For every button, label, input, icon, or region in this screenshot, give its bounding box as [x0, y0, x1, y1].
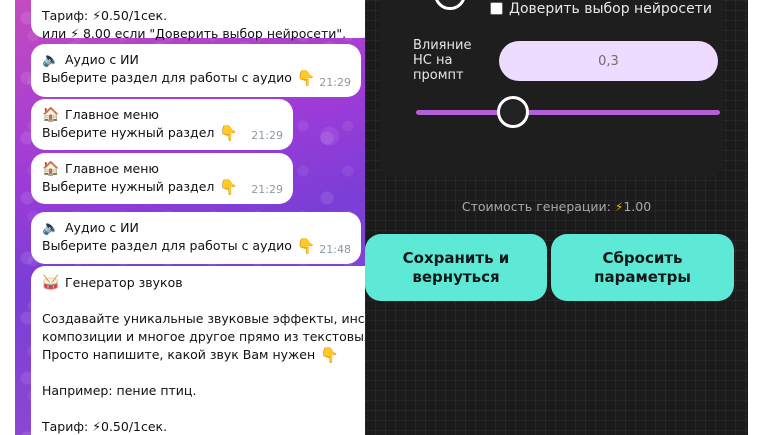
cost-value: 1.00 — [623, 199, 652, 214]
message-title: Аудио с ИИ — [65, 220, 139, 235]
influence-slider-track[interactable] — [416, 110, 720, 115]
chat-area: Тариф: ⚡0.50/1сек. или ⚡ 8.00 если "Дове… — [15, 0, 365, 435]
pointing-down-icon: 👇 — [296, 69, 316, 87]
message-example: Например: пение птиц. — [42, 383, 197, 398]
message-text: Выберите нужный раздел — [42, 179, 215, 194]
tariff-line: Тариф: ⚡0.50/1сек. — [42, 8, 168, 23]
generation-cost: Стоимость генерации: ⚡1.00 — [365, 199, 748, 214]
tariff-line: Тариф: ⚡0.50/1сек. — [42, 419, 168, 434]
message-time: 21:29 — [251, 183, 283, 196]
message-title: Генератор звуков — [65, 275, 183, 290]
chat-message: 🔈 Аудио с ИИ Выберите раздел для работы … — [31, 44, 361, 97]
message-text: Выберите нужный раздел — [42, 125, 215, 140]
message-text: Выберите раздел для работы с аудио — [42, 70, 292, 85]
message-time: 21:48 — [319, 243, 351, 256]
message-text: Выберите раздел для работы с аудио — [42, 238, 292, 253]
message-title: Аудио с ИИ — [65, 52, 139, 67]
speaker-icon: 🔈 — [42, 220, 60, 236]
house-icon: 🏠 — [42, 107, 60, 123]
influence-label: Влияние НС на промпт — [413, 38, 472, 83]
slider-handle[interactable] — [434, 0, 466, 10]
pointing-down-icon: 👇 — [296, 237, 316, 255]
message-body-line: Создавайте уникальные звуковые эффекты, … — [42, 311, 365, 326]
house-icon: 🏠 — [42, 161, 60, 177]
generation-settings-panel: Доверить выбор нейросети Влияние НС на п… — [365, 0, 748, 435]
influence-value-field[interactable]: 0,3 — [499, 41, 718, 81]
message-title: Главное меню — [65, 107, 159, 122]
pointing-down-icon: 👇 — [320, 346, 339, 364]
message-body-line: композиции и многое другое прямо из текс… — [42, 329, 365, 344]
message-time: 21:29 — [251, 129, 283, 142]
trust-ai-checkbox-label[interactable]: Доверить выбор нейросети — [509, 1, 712, 17]
tariff-alt-line: или ⚡ 8.00 если "Доверить выбор нейросет… — [42, 26, 347, 41]
message-time: 21:29 — [319, 76, 351, 89]
chat-message: 🔈 Аудио с ИИ Выберите раздел для работы … — [31, 212, 361, 264]
speaker-icon: 🔈 — [42, 52, 60, 68]
message-title: Главное меню — [65, 161, 159, 176]
settings-card: Доверить выбор нейросети Влияние НС на п… — [380, 0, 723, 177]
chat-message: 🥁 Генератор звуков Создавайте уникальные… — [31, 266, 365, 435]
chat-message: Тариф: ⚡0.50/1сек. или ⚡ 8.00 если "Дове… — [31, 0, 365, 41]
trust-ai-checkbox[interactable] — [490, 2, 503, 15]
message-body-line: Просто напишите, какой звук Вам нужен — [42, 347, 316, 362]
drum-icon: 🥁 — [42, 275, 60, 291]
chat-message: 🏠 Главное меню Выберите нужный раздел 👇 … — [31, 153, 293, 204]
cost-label: Стоимость генерации: — [461, 199, 611, 214]
pointing-down-icon: 👇 — [219, 178, 239, 196]
chat-message: 🏠 Главное меню Выберите нужный раздел 👇 … — [31, 99, 293, 150]
reset-parameters-button[interactable]: Сбросить параметры — [551, 234, 734, 301]
influence-slider-handle[interactable] — [497, 96, 529, 128]
save-and-return-button[interactable]: Сохранить и вернуться — [365, 234, 547, 301]
pointing-down-icon: 👇 — [219, 124, 239, 142]
